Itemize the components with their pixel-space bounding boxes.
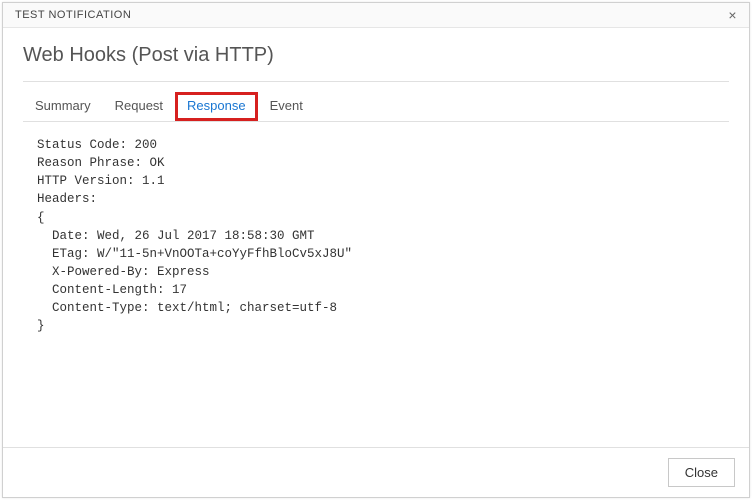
titlebar: TEST NOTIFICATION × bbox=[3, 3, 749, 28]
close-button[interactable]: Close bbox=[668, 458, 735, 487]
tab-response[interactable]: Response bbox=[175, 92, 258, 121]
dialog: TEST NOTIFICATION × Web Hooks (Post via … bbox=[2, 2, 750, 498]
tab-summary[interactable]: Summary bbox=[23, 92, 103, 121]
page-title: Web Hooks (Post via HTTP) bbox=[23, 44, 729, 67]
tab-bar: Summary Request Response Event bbox=[23, 92, 729, 122]
tab-event[interactable]: Event bbox=[258, 92, 315, 121]
content-area: Web Hooks (Post via HTTP) Summary Reques… bbox=[3, 28, 749, 447]
footer: Close bbox=[3, 447, 749, 497]
dialog-title: TEST NOTIFICATION bbox=[15, 9, 131, 21]
tab-request[interactable]: Request bbox=[103, 92, 175, 121]
separator bbox=[23, 81, 729, 82]
close-icon[interactable]: × bbox=[724, 8, 741, 22]
response-output: Status Code: 200 Reason Phrase: OK HTTP … bbox=[23, 122, 729, 447]
